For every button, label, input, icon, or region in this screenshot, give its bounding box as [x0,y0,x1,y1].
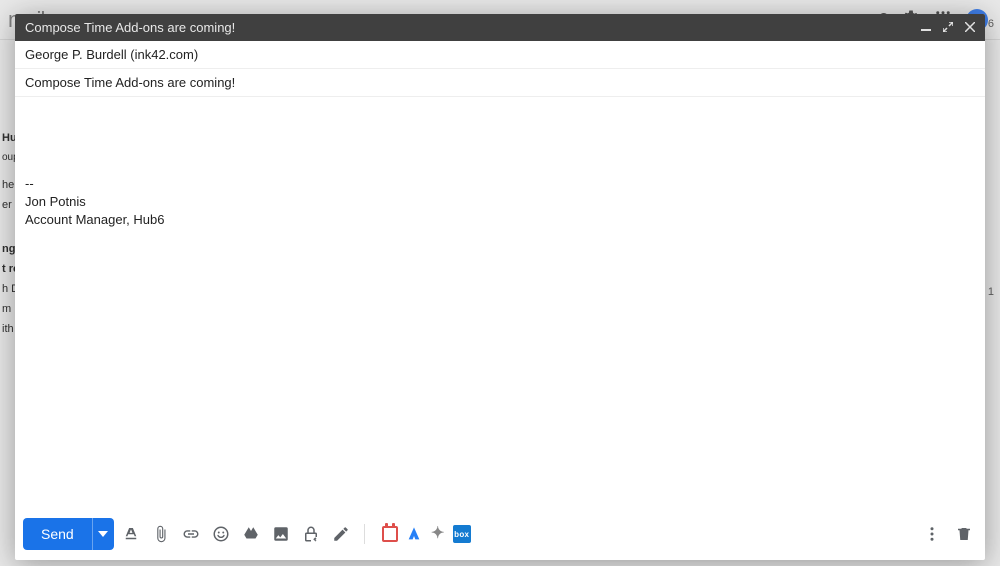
minimize-icon[interactable] [921,20,931,35]
close-icon[interactable] [965,20,975,35]
fullscreen-toggle-icon[interactable] [943,20,953,35]
image-icon[interactable] [268,521,294,547]
toolbar-separator [364,524,365,544]
attach-icon[interactable] [148,521,174,547]
addon-icons-row: ✦ box [381,525,471,543]
compose-title: Compose Time Add-ons are coming! [25,20,235,35]
calendar-addon-icon[interactable] [381,525,399,543]
more-options-icon[interactable] [919,521,945,547]
emoji-icon[interactable] [208,521,234,547]
drive-icon[interactable] [238,521,264,547]
discard-icon[interactable] [951,521,977,547]
pen-icon[interactable] [328,521,354,547]
atlassian-addon-icon[interactable] [405,525,423,543]
signature-name: Jon Potnis [25,193,975,211]
signature-title: Account Manager, Hub6 [25,211,975,229]
plus-addon-icon[interactable]: ✦ [429,525,447,543]
message-body[interactable]: -- Jon Potnis Account Manager, Hub6 [15,97,985,512]
compose-window: Compose Time Add-ons are coming! -- Jon … [15,14,985,560]
send-button[interactable]: Send [23,518,92,550]
compose-toolbar: Send [15,512,985,560]
confidential-icon[interactable] [298,521,324,547]
subject-input[interactable] [25,75,975,90]
box-addon-icon[interactable]: box [453,525,471,543]
subject-field[interactable] [15,69,985,97]
send-options-button[interactable] [92,518,114,550]
to-input[interactable] [25,47,975,62]
to-field[interactable] [15,41,985,69]
compose-titlebar[interactable]: Compose Time Add-ons are coming! [15,14,985,41]
link-icon[interactable] [178,521,204,547]
formatting-icon[interactable] [118,521,144,547]
signature-divider: -- [25,175,975,193]
